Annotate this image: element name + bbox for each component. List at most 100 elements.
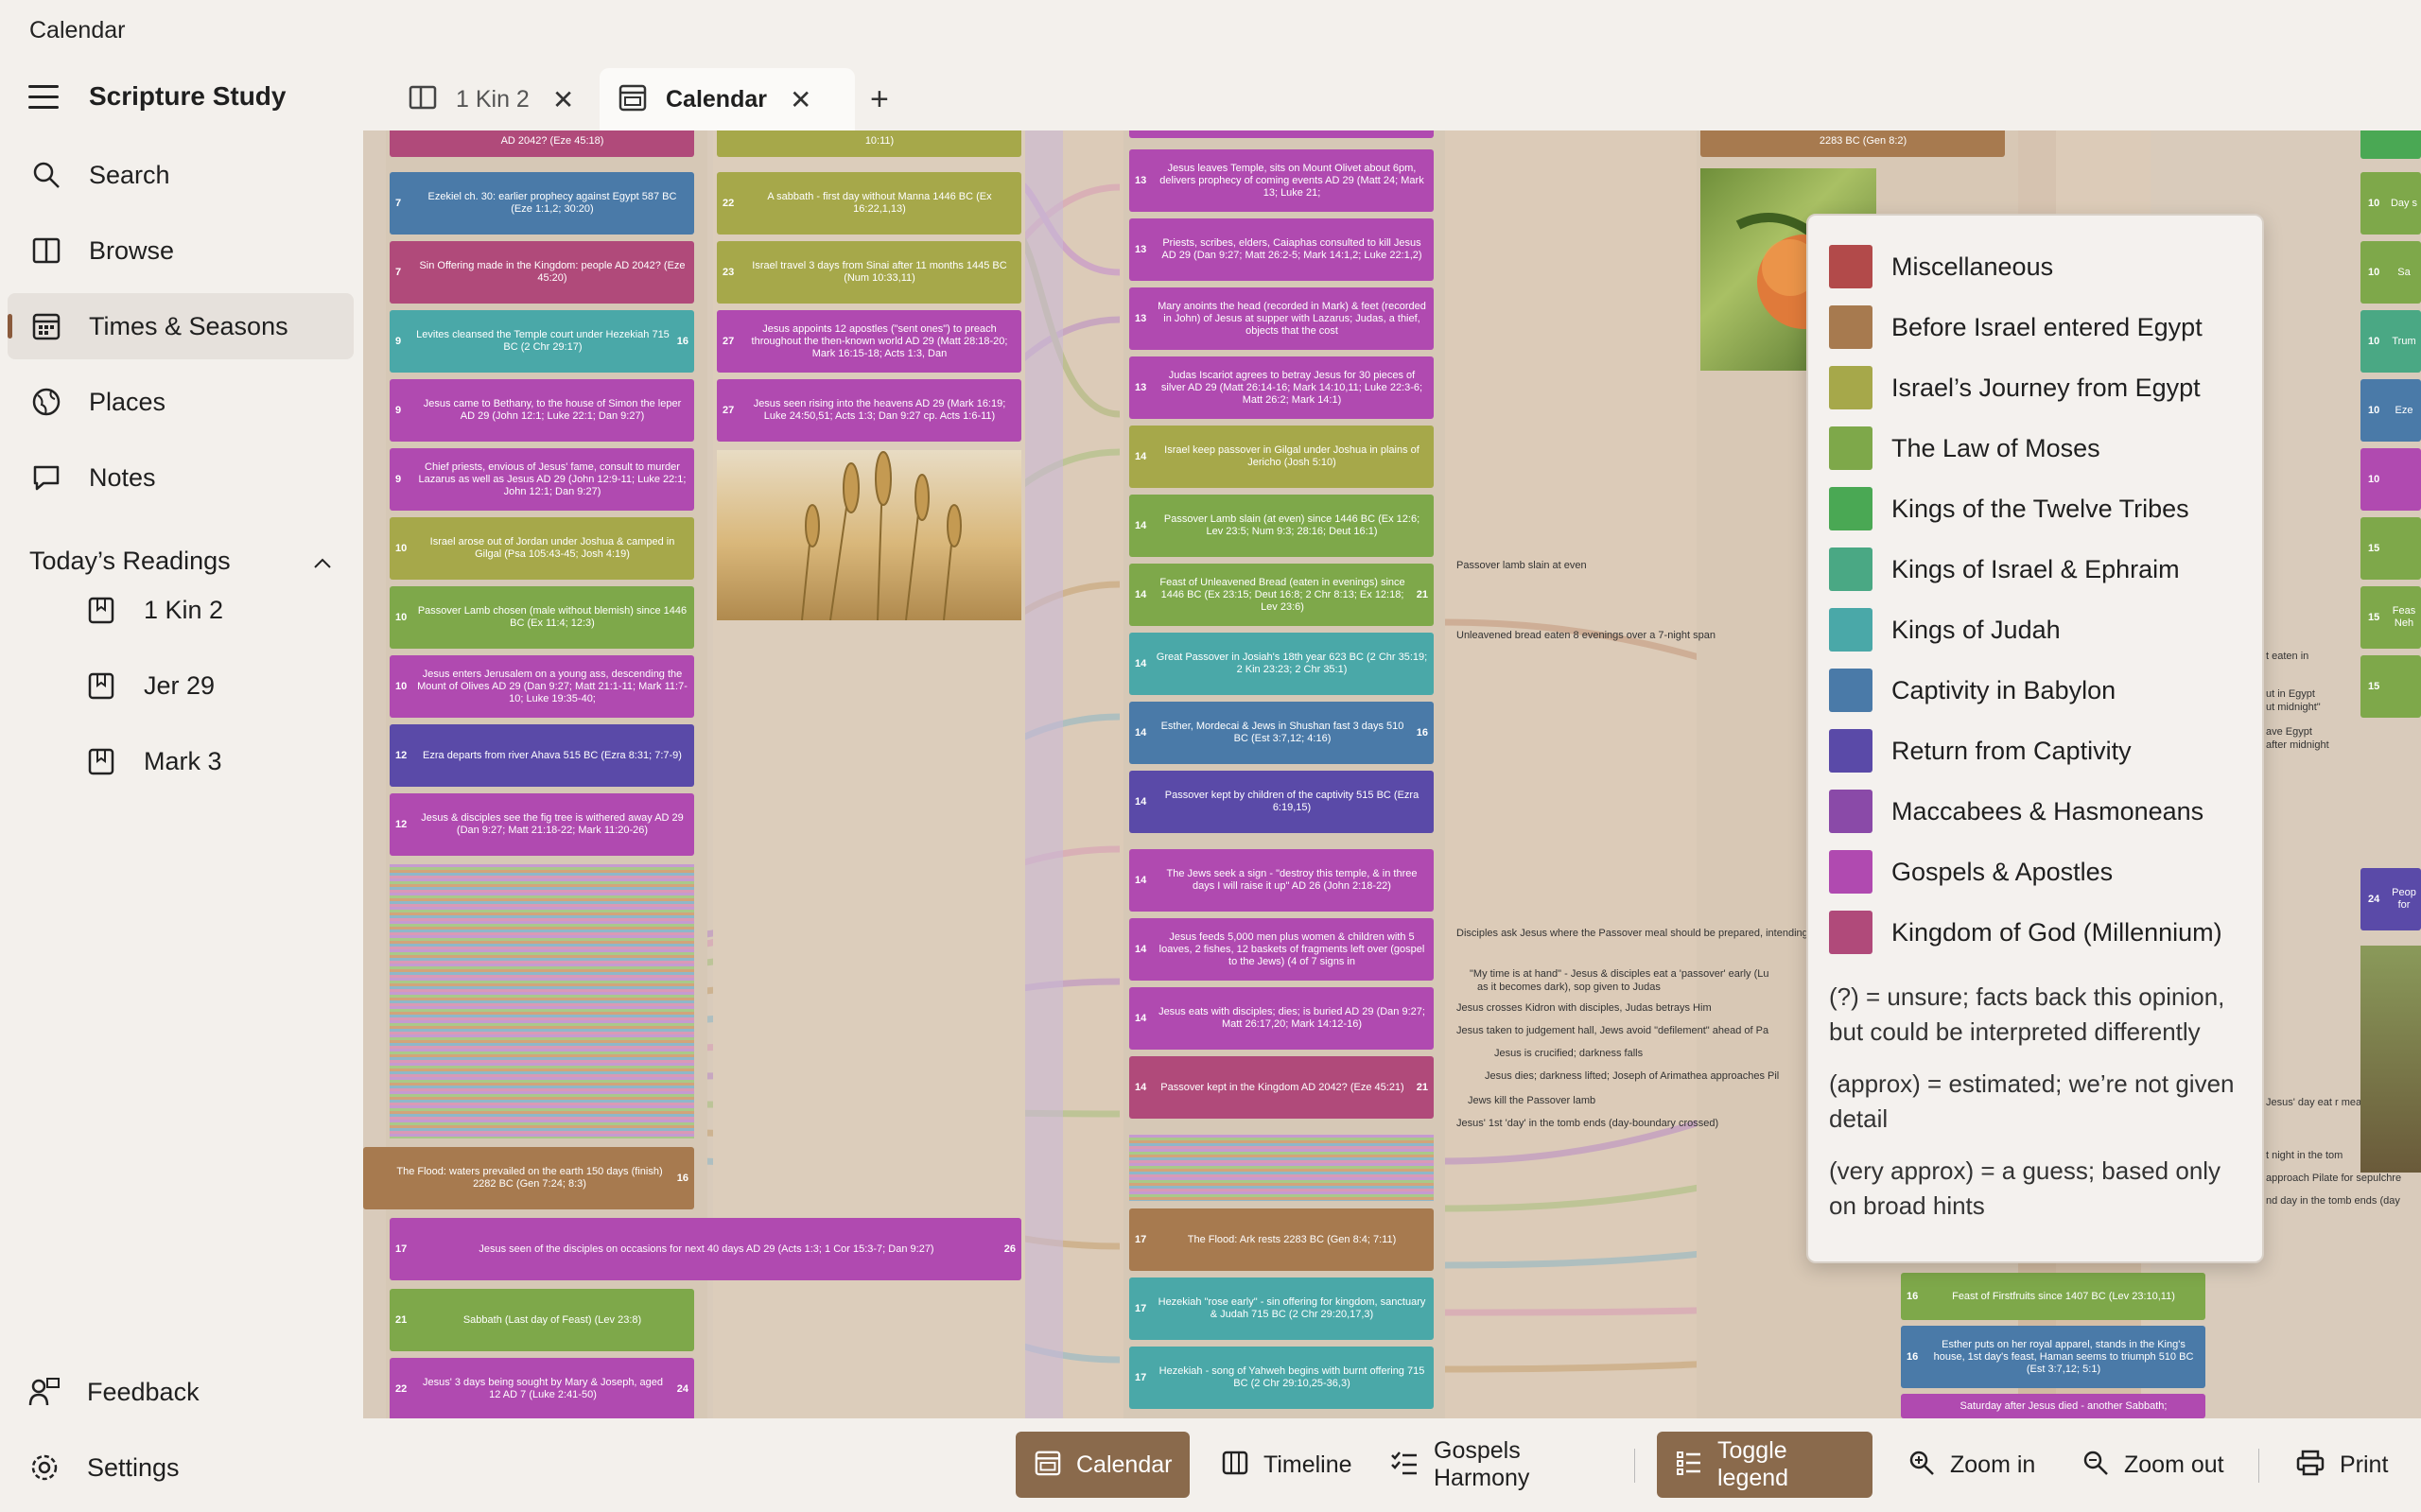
calendar-event-fragment[interactable]: 10 Eze [2360,379,2421,442]
sidebar-item-settings[interactable]: Settings [28,1439,180,1496]
sidebar-item-times-seasons[interactable]: Times & Seasons [8,293,354,359]
calendar-event[interactable]: 12 Jesus & disciples see the fig tree is … [390,793,694,856]
event-day: 14 [1135,588,1147,600]
calendar-event[interactable]: Saturday after Jesus died - another Sabb… [1901,1394,2205,1418]
sidebar-item-browse[interactable]: Browse [8,217,354,284]
sidebar-item-notes[interactable]: Notes [8,444,354,511]
event-text: Sa [2397,266,2411,278]
legend-note: (very approx) = a guess; based only on b… [1829,1156,2221,1220]
annotation: Jews kill the Passover lamb [1468,1095,1596,1106]
toggle-legend-button[interactable]: Toggle legend [1657,1432,1872,1498]
calendar-event[interactable]: 10 Jesus enters Jerusalem on a young ass,… [390,655,694,718]
calendar-event[interactable]: 2283 BC (Gen 8:2) [1700,130,2005,157]
todays-readings-header[interactable]: Today’s Readings [29,537,332,584]
calendar-event[interactable]: 16 Feast of Firstfruits since 1407 BC (Le… [1901,1273,2205,1320]
calendar-event[interactable]: 14 Jesus feeds 5,000 men plus women & chi… [1129,918,1434,981]
calendar-event[interactable]: 17 Jesus seen of the disciples on occasio… [390,1218,1021,1280]
event-text: Jesus leaves Temple, sits on Mount Olive… [1159,162,1424,199]
calendar-event[interactable]: 17 Hezekiah "rose early" - sin offering f… [1129,1277,1434,1340]
calendar-event[interactable]: 16 Esther puts on her royal apparel, stan… [1901,1326,2205,1388]
calendar-event-fragment[interactable] [1129,130,1434,138]
calendar-event[interactable]: 14 Passover kept by children of the capti… [1129,771,1434,833]
gospels-harmony-button[interactable]: Gospels Harmony [1371,1432,1617,1498]
tab-1-kin-2[interactable]: 1 Kin 2 ✕ [388,68,607,130]
calendar-event[interactable]: The Flood: waters prevailed on the earth… [363,1147,694,1209]
button-label: Zoom out [2124,1451,2224,1478]
legend-item: Gospels & Apostles [1829,842,2241,902]
calendar-event[interactable]: 10:11) [717,130,1021,157]
calendar-event[interactable]: 13 Jesus leaves Temple, sits on Mount Oli… [1129,149,1434,212]
tab-calendar[interactable]: Calendar ✕ [600,68,855,130]
close-icon[interactable]: ✕ [552,84,574,115]
calendar-event[interactable]: 17 The Flood: Ark rests 2283 BC (Gen 8:4;… [1129,1208,1434,1271]
calendar-event[interactable]: 22 A sabbath - first day without Manna 14… [717,172,1021,235]
event-day: 13 [1135,174,1147,186]
annotation: Passover lamb slain at even [1456,560,1587,571]
menu-icon[interactable] [28,85,59,110]
legend-item: Kingdom of God (Millennium) [1829,902,2241,963]
calendar-event-fragment[interactable]: 10 Sa [2360,241,2421,304]
sidebar-item-feedback[interactable]: Feedback [28,1364,200,1420]
calendar-event[interactable]: 27 Jesus appoints 12 apostles ("sent ones… [717,310,1021,373]
calendar-event[interactable]: 14 Israel keep passover in Gilgal under J… [1129,426,1434,488]
legend-item: Israel’s Journey from Egypt [1829,357,2241,418]
calendar-event[interactable]: 27 Jesus seen rising into the heavens AD … [717,379,1021,442]
event-end-day: 21 [1416,1081,1428,1093]
calendar-event-fragment[interactable]: 10 Trum [2360,310,2421,373]
calendar-event[interactable]: 10 Passover Lamb chosen (male without ble… [390,586,694,649]
calendar-event[interactable]: 22 Jesus' 3 days being sought by Mary & J… [390,1358,694,1418]
zoom-out-button[interactable]: Zoom out [2064,1432,2243,1498]
annotation: Jesus' day eat r meal at [2266,1097,2376,1108]
calendar-event[interactable]: 10 Israel arose out of Jordan under Joshu… [390,517,694,580]
reading-item-1-kin-2[interactable]: 1 Kin 2 [85,582,223,638]
close-icon[interactable]: ✕ [790,84,811,115]
event-day: 10 [2368,335,2380,347]
legend-label: Return from Captivity [1891,736,2132,765]
calendar-event[interactable]: 21 Sabbath (Last day of Feast) (Lev 23:8) [390,1289,694,1351]
calendar-event[interactable]: 7 Ezekiel ch. 30: earlier prophecy agains… [390,172,694,235]
calendar-event[interactable]: 13 Priests, scribes, elders, Caiaphas con… [1129,218,1434,281]
calendar-event[interactable]: 7 Sin Offering made in the Kingdom: peopl… [390,241,694,304]
calendar-event[interactable]: AD 2042? (Eze 45:18) [390,130,694,157]
event-day: 22 [395,1382,408,1395]
event-text: The Flood: Ark rests 2283 BC (Gen 8:4; 7… [1187,1233,1397,1245]
calendar-event[interactable]: 9 Chief priests, envious of Jesus' fame, … [390,448,694,511]
calendar-event[interactable]: 13 Judas Iscariot agrees to betray Jesus … [1129,356,1434,419]
timeline-view-button[interactable]: Timeline [1203,1432,1354,1498]
calendar-event-fragment[interactable]: 10 [2360,448,2421,511]
calendar-event-fragment[interactable]: 10 Day s [2360,172,2421,235]
calendar-event[interactable]: 14 Passover Lamb slain (at even) since 14… [1129,495,1434,557]
calendar-event[interactable]: 14 Esther, Mordecai & Jews in Shushan fas… [1129,702,1434,764]
calendar-event[interactable]: 9 Levites cleansed the Temple court under… [390,310,694,373]
calendar-event-fragment[interactable]: 24 Peop for [2360,868,2421,930]
calendar-event-fragment[interactable]: 15 Feas Neh [2360,586,2421,649]
calendar-event[interactable]: 9 Jesus came to Bethany, to the house of … [390,379,694,442]
toolbar-divider [1634,1449,1635,1483]
calendar-event-fragment[interactable]: 15 [2360,655,2421,718]
calendar-view-button[interactable]: Calendar [1016,1432,1190,1498]
calendar-event[interactable]: 14 The Jews seek a sign - "destroy this t… [1129,849,1434,912]
print-button[interactable]: Print [2277,1432,2410,1498]
event-day: 12 [395,749,408,761]
reading-item-jer-29[interactable]: Jer 29 [85,657,215,714]
calendar-event[interactable]: 12 Ezra departs from river Ahava 515 BC (… [390,724,694,787]
reading-item-mark-3[interactable]: Mark 3 [85,733,222,790]
zoom-in-button[interactable]: Zoom in [1890,1432,2056,1498]
calendar-event[interactable]: 13 Mary anoints the head (recorded in Mar… [1129,287,1434,350]
calendar-event[interactable]: 14 Feast of Unleavened Bread (eaten in ev… [1129,564,1434,626]
calendar-event-fragment[interactable]: 15 [2360,517,2421,580]
calendar-event[interactable]: 14 Passover kept in the Kingdom AD 2042? … [1129,1056,1434,1119]
event-day: 14 [1135,450,1147,462]
legend-item: Before Israel entered Egypt [1829,297,2241,357]
event-end-day: 16 [1416,726,1428,739]
sidebar-item-label: Places [89,387,166,416]
sidebar-item-places[interactable]: Places [8,369,354,435]
sidebar-item-search[interactable]: Search [8,142,354,208]
calendar-event[interactable]: 14 Great Passover in Josiah's 18th year 6… [1129,633,1434,695]
calendar-event[interactable]: 14 Jesus eats with disciples; dies; is bu… [1129,987,1434,1050]
calendar-event[interactable]: 23 Israel travel 3 days from Sinai after … [717,241,1021,304]
calendar-event-fragment[interactable] [2360,130,2421,159]
legend-swatch [1829,850,1872,894]
add-tab-button[interactable]: + [870,81,889,118]
calendar-event[interactable]: 17 Hezekiah - song of Yahweh begins with … [1129,1347,1434,1409]
